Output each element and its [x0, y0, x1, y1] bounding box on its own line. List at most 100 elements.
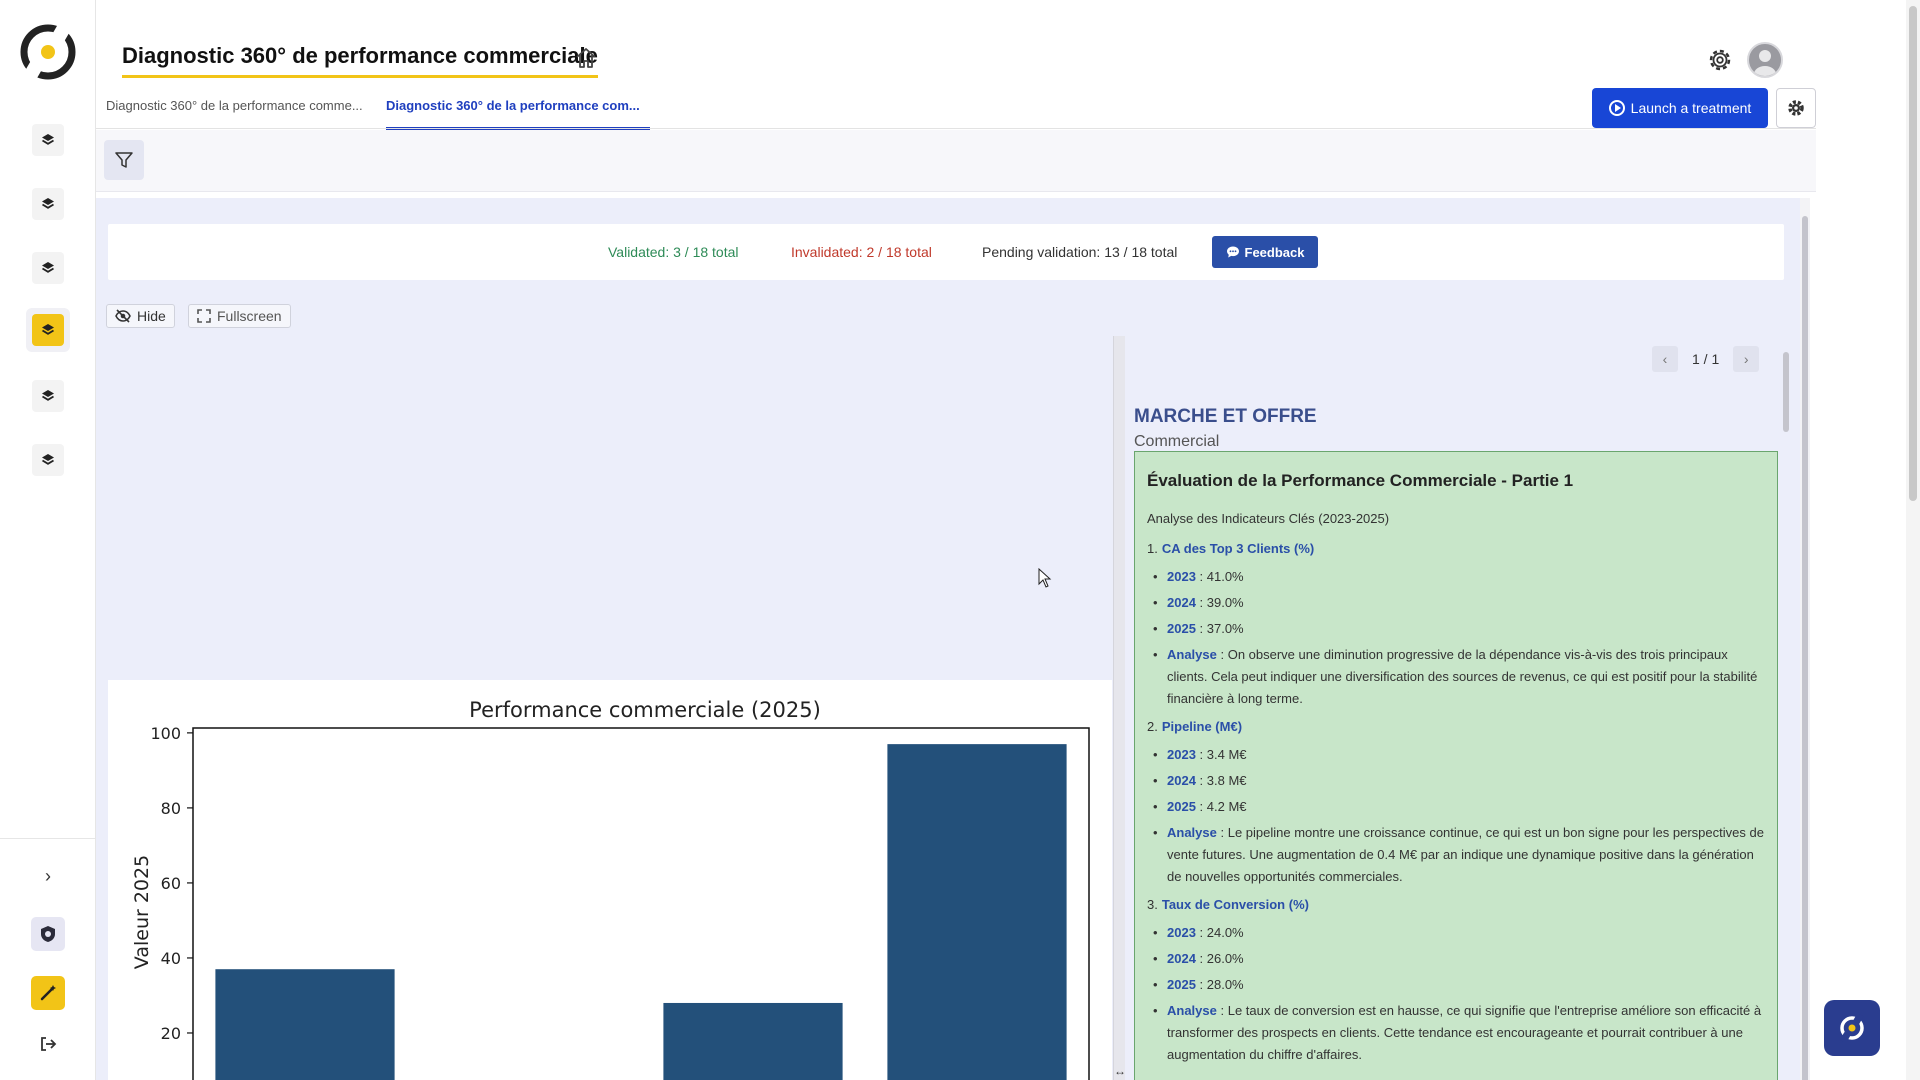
tab-diagnostic-2-active[interactable]: Diagnostic 360° de la performance com...: [386, 98, 650, 130]
sidebar-item-6[interactable]: [26, 438, 70, 482]
indicator-year-value: 2025 : 37.0%: [1153, 618, 1765, 640]
sidebar-item-tile: [32, 444, 64, 476]
sidebar: ›: [0, 0, 96, 1080]
hide-button[interactable]: Hide: [106, 304, 175, 328]
user-avatar[interactable]: [1747, 42, 1783, 78]
value-text: : 24.0%: [1195, 925, 1244, 940]
value-text: : 3.8 M€: [1195, 773, 1247, 788]
sidebar-item-tile: [32, 380, 64, 412]
value-key: 2024: [1167, 595, 1196, 610]
launch-treatment-button[interactable]: Launch a treatment: [1592, 88, 1768, 128]
indicator-values: 2023 : 41.0% 2024 : 39.0% 2025 : 37.0% Anal…: [1153, 566, 1765, 710]
content-scrollbar[interactable]: [1800, 198, 1810, 1080]
value-text: : 26.0%: [1195, 951, 1244, 966]
logout-icon: [41, 1037, 57, 1051]
page-scrollbar[interactable]: [1906, 0, 1920, 1080]
settings-button[interactable]: [1776, 88, 1816, 128]
chart-y-tick-label: 60: [161, 874, 181, 893]
user-icon: [1754, 50, 1776, 76]
gear-icon[interactable]: [1706, 46, 1734, 74]
chart-y-tick-label: 20: [161, 1024, 181, 1043]
pending-count: Pending validation: 13 / 18 total: [982, 244, 1178, 260]
mouse-cursor-icon: [1038, 568, 1052, 588]
chat-bubble-icon: [1226, 246, 1239, 258]
indicator-year-value: 2023 : 3.4 M€: [1153, 744, 1765, 766]
insight-panel: ‹ 1 / 1 › MARCHE ET OFFRE Commercial Éva…: [1126, 336, 1792, 1080]
expand-sidebar-button[interactable]: ›: [34, 862, 62, 890]
chart-bar: [215, 969, 395, 1080]
sidebar-divider: [0, 838, 96, 839]
value-key: 2023: [1167, 925, 1196, 940]
indicator-year-value: 2025 : 28.0%: [1153, 974, 1765, 996]
chart-y-tick-label: 40: [161, 949, 181, 968]
logout-button[interactable]: [34, 1030, 62, 1058]
launch-treatment-label: Launch a treatment: [1630, 100, 1752, 116]
value-text: : 28.0%: [1195, 977, 1244, 992]
prev-page-button[interactable]: ‹: [1652, 346, 1678, 372]
page-scrollbar-thumb[interactable]: [1909, 6, 1917, 501]
indicator-block: 2.Pipeline (M€) 2023 : 3.4 M€ 2024 : 3.8 M…: [1147, 716, 1765, 888]
value-key: 2023: [1167, 569, 1196, 584]
layers-icon: [42, 262, 54, 273]
indicator-year-value: 2025 : 4.2 M€: [1153, 796, 1765, 818]
value-key: 2023: [1167, 747, 1196, 762]
chart-bar: [663, 1002, 843, 1080]
app-root: › Diagnostic 360° de performance commerc…: [0, 0, 1920, 1080]
sidebar-item-2[interactable]: [26, 182, 70, 226]
filter-button[interactable]: [104, 140, 144, 180]
layers-icon: [42, 198, 54, 209]
sidebar-item-tile: [32, 124, 64, 156]
value-key: 2024: [1167, 951, 1196, 966]
indicator-year-value: 2023 : 41.0%: [1153, 566, 1765, 588]
report-intro: Analyse des Indicateurs Clés (2023-2025): [1147, 511, 1390, 526]
insight-scrollbar-thumb[interactable]: [1783, 352, 1789, 432]
sidebar-item-1[interactable]: [26, 118, 70, 162]
chart-panel: Performance commerciale (2025) Valeur 20…: [108, 680, 1112, 1080]
panel-splitter[interactable]: ↔: [1113, 336, 1126, 1080]
layers-icon: [42, 134, 54, 145]
feedback-button[interactable]: Feedback: [1212, 236, 1318, 268]
hide-label: Hide: [137, 308, 166, 324]
chart-y-ticks: 20 40 60 80 100: [150, 724, 193, 1043]
fullscreen-button[interactable]: Fullscreen: [188, 304, 291, 328]
magic-wand-icon: [40, 985, 56, 1001]
play-circle-icon: [1608, 100, 1625, 116]
resize-handle-icon[interactable]: ↔: [1114, 1064, 1126, 1078]
content-area: Validated: 3 / 18 total Invalidated: 2 /…: [96, 198, 1806, 1080]
report-card: Évaluation de la Performance Commerciale…: [1134, 451, 1778, 1080]
validation-summary: Validated: 3 / 18 total Invalidated: 2 /…: [108, 224, 1784, 280]
sidebar-item-4[interactable]: [26, 308, 70, 352]
value-text: : Le pipeline montre une croissance cont…: [1167, 825, 1764, 884]
tab-diagnostic-1[interactable]: Diagnostic 360° de la performance comme.…: [106, 98, 368, 113]
home-icon[interactable]: [574, 46, 598, 70]
sidebar-item-5[interactable]: [26, 374, 70, 418]
tabs-divider: [96, 128, 1816, 129]
value-text: : 37.0%: [1195, 621, 1244, 636]
next-page-button[interactable]: ›: [1733, 346, 1760, 372]
feedback-label: Feedback: [1244, 244, 1305, 260]
value-text: : 4.2 M€: [1195, 799, 1247, 814]
security-button[interactable]: [31, 917, 65, 951]
section-subtitle: Commercial: [1134, 433, 1220, 450]
indicator-year-value: 2023 : 24.0%: [1153, 922, 1765, 944]
layers-icon: [42, 324, 54, 335]
value-text: : Le taux de conversion est en hausse, c…: [1167, 1003, 1762, 1062]
chart-y-tick-label: 100: [150, 724, 181, 743]
indicator-title-text: Taux de Conversion (%): [1161, 897, 1309, 912]
value-key: 2025: [1167, 799, 1196, 814]
indicator-title-text: CA des Top 3 Clients (%): [1161, 541, 1315, 556]
sidebar-item-3[interactable]: [26, 246, 70, 290]
indicator-analysis: Analyse : Le pipeline montre une croissa…: [1153, 822, 1765, 888]
bar-chart: Performance commerciale (2025) Valeur 20…: [131, 698, 1090, 1080]
invalidated-count: Invalidated: 2 / 18 total: [791, 244, 932, 260]
indicator-list: 1.CA des Top 3 Clients (%)2023 : 41.0%20…: [1147, 538, 1765, 1066]
app-logo[interactable]: [18, 22, 78, 82]
insight-scrollbar[interactable]: [1782, 344, 1790, 1080]
content-scrollbar-thumb[interactable]: [1802, 216, 1808, 1080]
magic-wand-button[interactable]: [31, 976, 65, 1010]
indicator-year-value: 2024 : 39.0%: [1153, 592, 1765, 614]
value-text: : 41.0%: [1195, 569, 1244, 584]
assistant-chat-button[interactable]: [1824, 1000, 1880, 1056]
fullscreen-icon: [197, 309, 211, 323]
sidebar-item-tile: [32, 188, 64, 220]
